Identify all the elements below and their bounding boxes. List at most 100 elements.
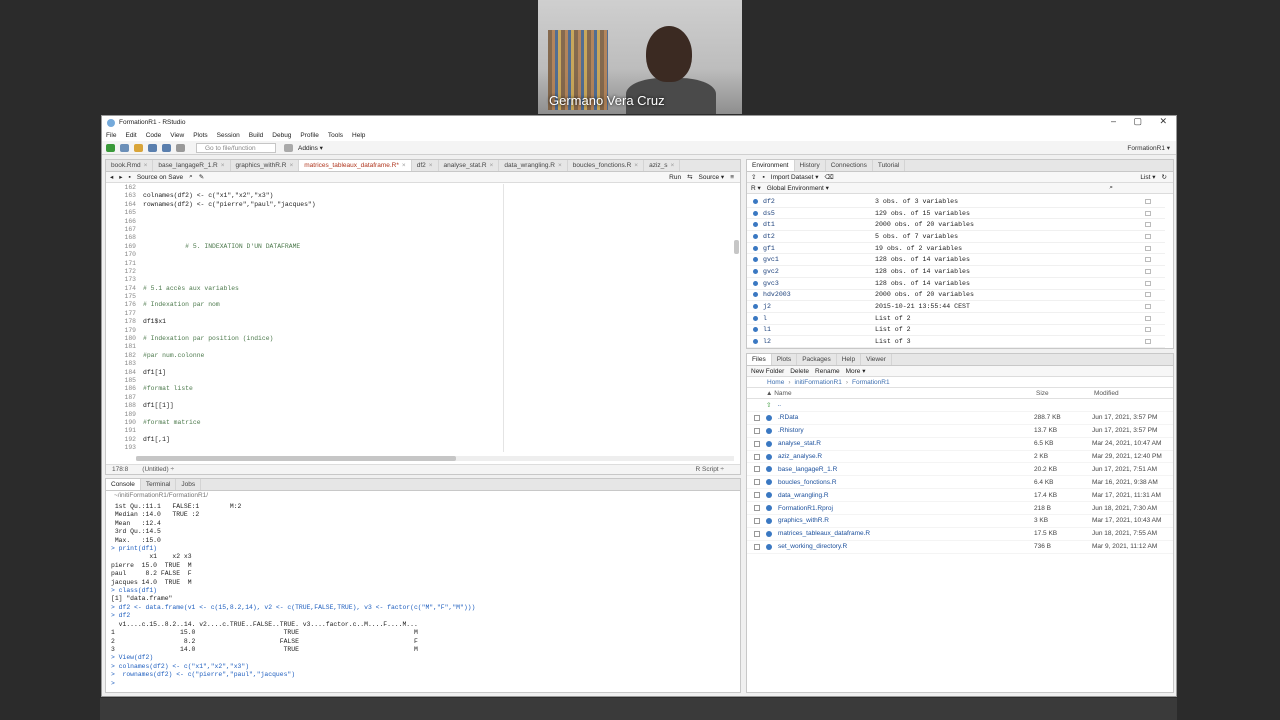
file-type-selector[interactable]: R Script ÷ — [696, 466, 725, 473]
view-grid-icon[interactable] — [1145, 210, 1151, 216]
delete-button[interactable]: Delete — [790, 368, 809, 375]
scope-selector[interactable]: (Untitled) ÷ — [142, 466, 174, 473]
code-line[interactable] — [143, 394, 733, 402]
environment-row[interactable]: gvc3 128 obs. of 14 variables — [747, 278, 1165, 290]
view-grid-icon[interactable] — [1145, 339, 1151, 345]
code-line[interactable]: rownames(df2) <- c("pierre","paul","jacq… — [143, 201, 733, 209]
file-row[interactable]: matrices_tableaux_dataframe.R 17.5 KB Jun … — [747, 528, 1173, 541]
environment-row[interactable]: l1 List of 2 — [747, 325, 1165, 337]
file-name[interactable]: FormationR1.Rproj — [778, 505, 1034, 512]
environment-row[interactable]: l2 List of 3 — [747, 336, 1165, 348]
project-menu[interactable]: FormationR1 ▾ — [1127, 144, 1170, 152]
file-checkbox[interactable] — [754, 479, 760, 486]
expand-icon[interactable] — [753, 268, 758, 274]
code-line[interactable] — [143, 268, 733, 276]
expand-icon[interactable] — [753, 245, 758, 251]
code-line[interactable]: # Indexation par nom — [143, 301, 733, 309]
file-name[interactable]: boucles_fonctions.R — [778, 479, 1034, 486]
file-row[interactable]: aziz_analyse.R 2 KB Mar 29, 2021, 12:40 PM — [747, 451, 1173, 464]
code-line[interactable] — [143, 427, 733, 435]
expand-icon[interactable] — [753, 257, 758, 263]
tab-book-rmd[interactable]: book.Rmd × — [106, 160, 154, 171]
file-name[interactable]: graphics_withR.R — [778, 517, 1034, 524]
env-search-icon[interactable]: ⌕ — [1109, 184, 1113, 192]
view-grid-icon[interactable] — [1145, 222, 1151, 228]
file-name[interactable]: .Rhistory — [778, 427, 1034, 434]
tab-df2[interactable]: df2 × — [412, 160, 439, 171]
code-line[interactable] — [143, 444, 733, 452]
tab-tutorial[interactable]: Tutorial — [873, 160, 906, 171]
view-grid-icon[interactable] — [1145, 268, 1151, 274]
tab-boucles[interactable]: boucles_fonctions.R × — [568, 160, 645, 171]
code-line[interactable]: # 5. INDEXATION D'UN DATAFRAME — [143, 243, 733, 251]
back-icon[interactable]: ◂ — [110, 173, 113, 181]
tab-plots[interactable]: Plots — [772, 354, 798, 365]
code-line[interactable] — [143, 360, 733, 368]
tab-help[interactable]: Help — [837, 354, 862, 365]
open-file-icon[interactable] — [134, 143, 143, 152]
code-line[interactable] — [143, 251, 733, 259]
code-line[interactable] — [143, 327, 733, 335]
print-icon[interactable] — [176, 143, 185, 152]
tab-terminal[interactable]: Terminal — [141, 479, 177, 490]
file-name[interactable]: base_langageR_1.R — [778, 466, 1034, 473]
file-row[interactable]: data_wrangling.R 17.4 KB Mar 17, 2021, 11:… — [747, 489, 1173, 503]
file-name[interactable]: matrices_tableaux_dataframe.R — [778, 530, 1034, 537]
language-selector[interactable]: R ▾ — [751, 184, 761, 192]
tab-analyse-stat[interactable]: analyse_stat.R × — [439, 160, 500, 171]
editor-vertical-scrollbar[interactable] — [734, 240, 739, 254]
save-workspace-icon[interactable]: ▪ — [762, 174, 764, 181]
menu-file[interactable]: File — [106, 132, 116, 139]
view-grid-icon[interactable] — [1145, 304, 1151, 310]
tab-graphics[interactable]: graphics_withR.R × — [231, 160, 300, 171]
environment-row[interactable]: hdv2003 2000 obs. of 20 variables — [747, 290, 1165, 302]
broom-icon[interactable]: ⌫ — [824, 173, 833, 181]
file-row[interactable]: .RData 288.7 KB Jun 17, 2021, 3:57 PM — [747, 412, 1173, 425]
environment-row[interactable]: gf1 19 obs. of 2 variables — [747, 243, 1165, 255]
view-grid-icon[interactable] — [1145, 198, 1151, 204]
code-line[interactable]: #format liste — [143, 385, 733, 393]
code-line[interactable] — [143, 293, 733, 301]
environment-row[interactable]: gvc1 128 obs. of 14 variables — [747, 254, 1165, 267]
code-line[interactable] — [143, 411, 733, 419]
tab-matrices[interactable]: matrices_tableaux_dataframe.R* × — [299, 160, 412, 171]
expand-icon[interactable] — [753, 210, 758, 216]
tab-data-wrangling[interactable]: data_wrangling.R × — [499, 160, 568, 171]
code-line[interactable] — [143, 218, 733, 226]
source-on-save-checkbox[interactable]: Source on Save — [137, 174, 183, 181]
expand-icon[interactable] — [753, 339, 758, 345]
editor-horizontal-scrollbar[interactable] — [136, 456, 734, 461]
file-name[interactable]: analyse_stat.R — [778, 440, 1034, 447]
environment-row[interactable]: df2 3 obs. of 3 variables — [747, 196, 1165, 208]
environment-row[interactable]: j2 2015-10-21 13:55:44 CEST — [747, 301, 1165, 313]
run-button[interactable]: Run — [669, 174, 681, 181]
save-file-icon[interactable]: ▪ — [129, 174, 131, 181]
search-icon[interactable]: ⌕ — [189, 173, 193, 181]
file-checkbox[interactable] — [754, 530, 760, 537]
file-name[interactable]: aziz_analyse.R — [778, 453, 1034, 460]
file-checkbox[interactable] — [754, 453, 760, 460]
tab-files[interactable]: Files — [747, 354, 772, 365]
name-column-header[interactable]: ▲ Name — [766, 390, 1036, 397]
menu-code[interactable]: Code — [146, 132, 162, 139]
environment-row[interactable]: ds5 129 obs. of 15 variables — [747, 208, 1165, 220]
file-checkbox[interactable] — [754, 505, 760, 512]
view-grid-icon[interactable] — [1145, 280, 1151, 286]
code-line[interactable] — [143, 377, 733, 385]
expand-icon[interactable] — [753, 292, 758, 298]
environment-row[interactable]: dt1 2000 obs. of 20 variables — [747, 219, 1165, 232]
expand-icon[interactable] — [753, 327, 758, 333]
menu-view[interactable]: View — [170, 132, 184, 139]
addins-menu[interactable]: Addins ▾ — [298, 144, 323, 152]
expand-icon[interactable] — [753, 198, 758, 204]
expand-icon[interactable] — [753, 233, 758, 239]
file-name[interactable]: data_wrangling.R — [778, 492, 1034, 499]
new-project-icon[interactable] — [120, 143, 129, 152]
load-workspace-icon[interactable]: ⇪ — [751, 173, 756, 181]
tab-base-langage[interactable]: base_langageR_1.R × — [153, 160, 231, 171]
file-name[interactable]: .RData — [778, 414, 1034, 421]
code-line[interactable] — [143, 276, 733, 284]
list-view-selector[interactable]: List ▾ — [1140, 173, 1155, 181]
tab-environment[interactable]: Environment — [747, 160, 795, 171]
minimize-button[interactable]: – — [1111, 116, 1116, 126]
